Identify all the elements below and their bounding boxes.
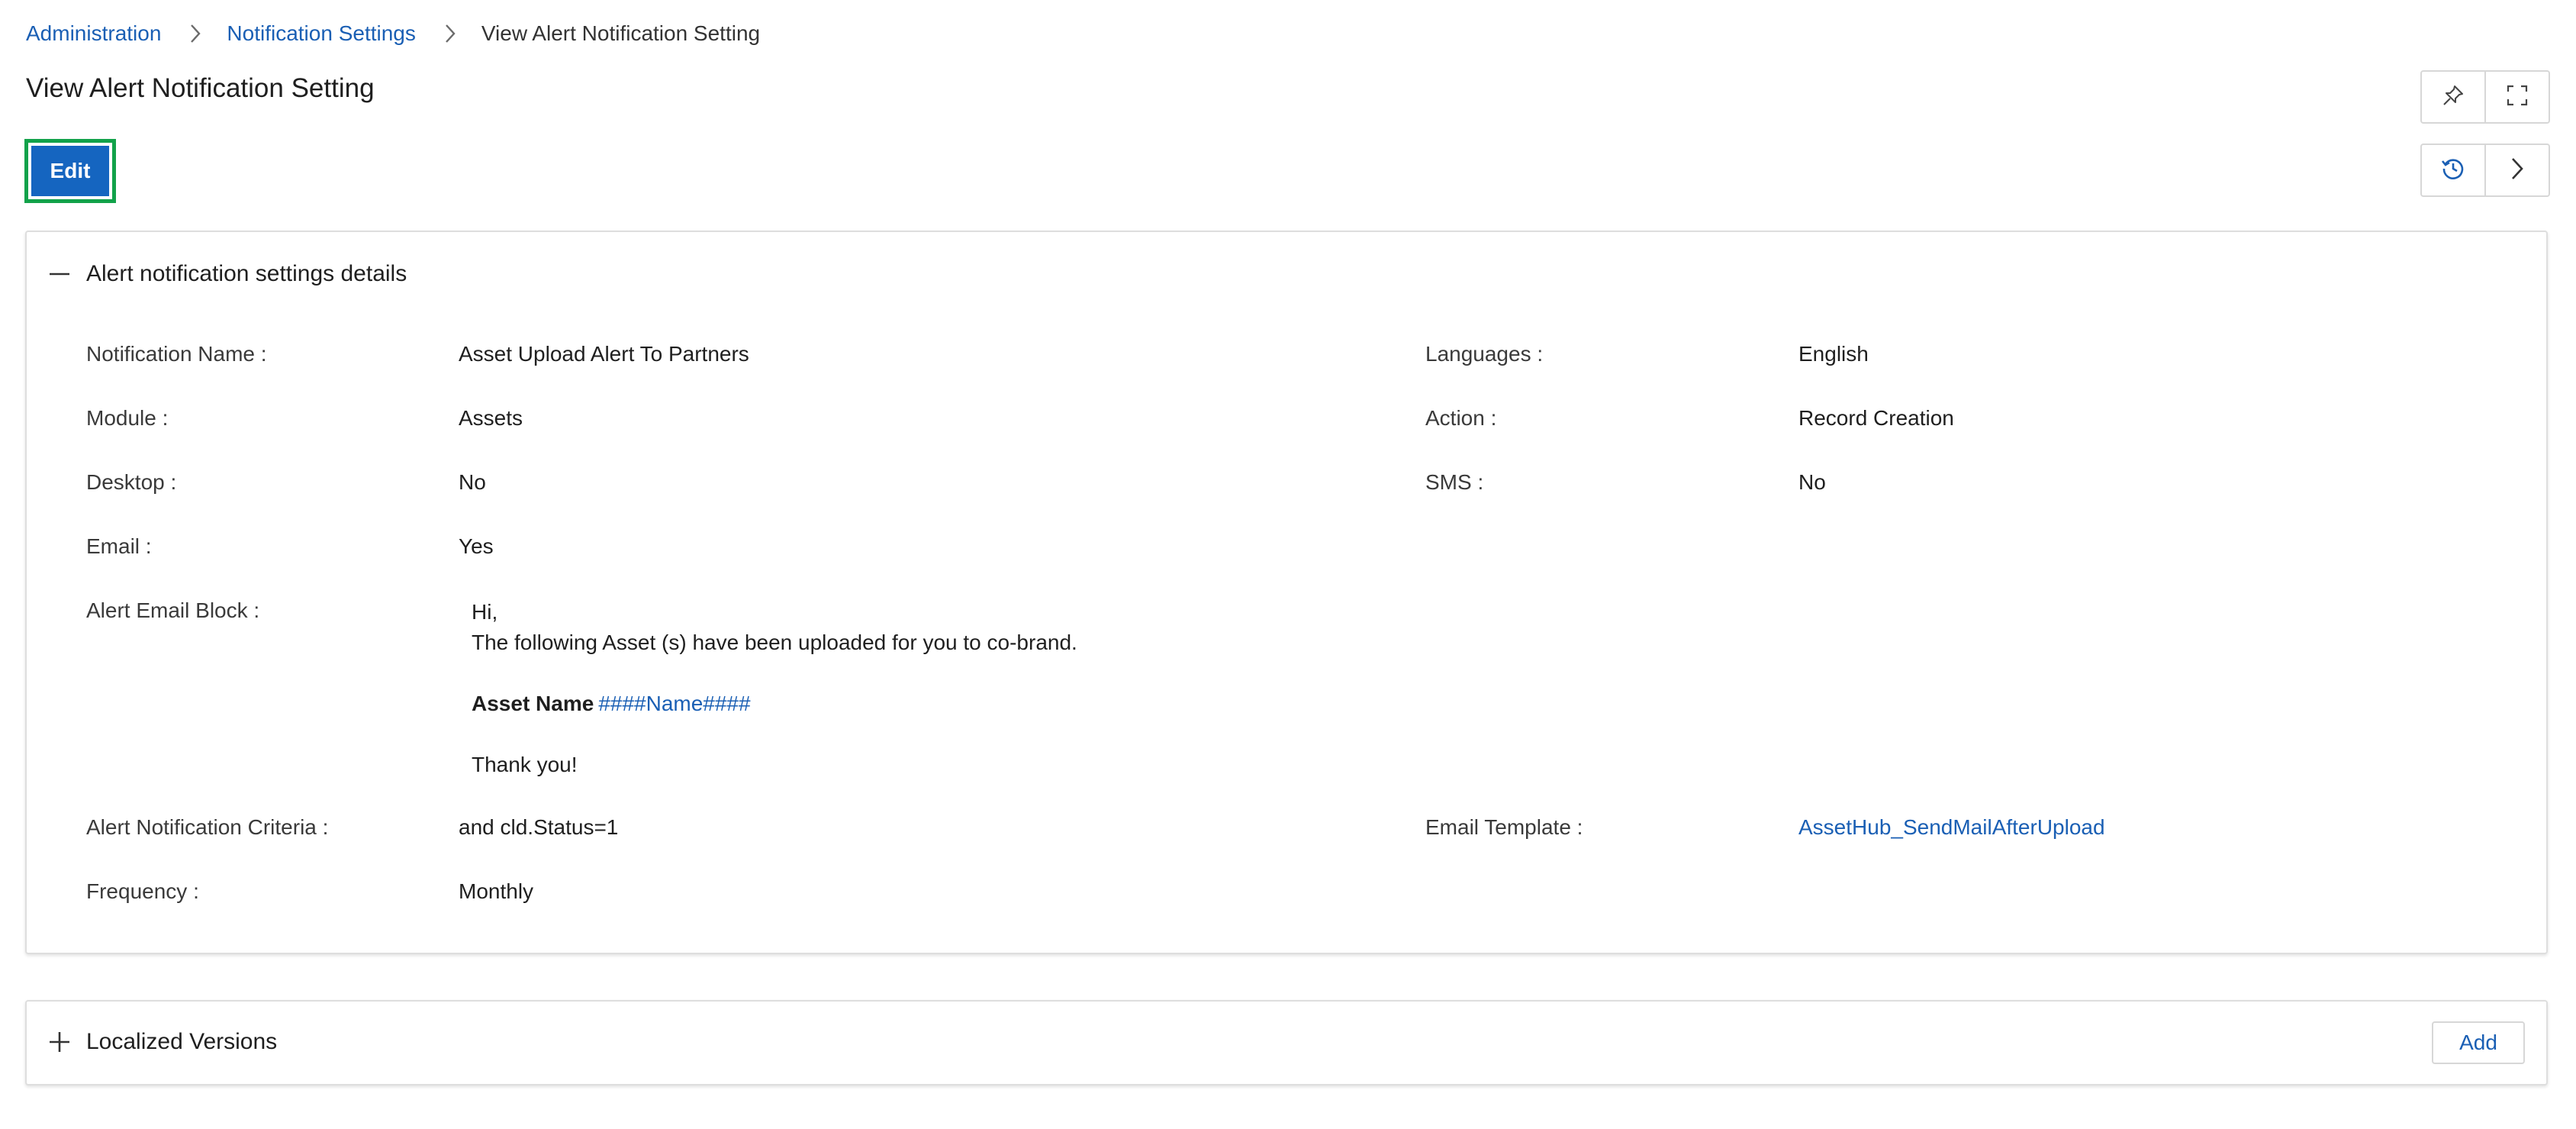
pin-icon — [2442, 84, 2465, 111]
module-label: Module : — [86, 406, 169, 430]
breadcrumb-administration[interactable]: Administration — [26, 21, 161, 46]
localized-versions-panel: Localized Versions Add — [25, 1000, 2548, 1085]
email-template-link[interactable]: AssetHub_SendMailAfterUpload — [1798, 815, 2105, 840]
frequency-value: Monthly — [459, 879, 534, 903]
add-localized-version-button[interactable]: Add — [2432, 1021, 2525, 1064]
alert-email-block-label: Alert Email Block : — [86, 598, 260, 622]
chevron-right-icon — [2510, 156, 2525, 185]
next-record-button[interactable] — [2484, 145, 2549, 195]
desktop-value: No — [459, 470, 486, 494]
frequency-label: Frequency : — [86, 879, 199, 903]
page-title: View Alert Notification Setting — [26, 73, 375, 103]
email-value: Yes — [459, 534, 494, 558]
email-asset-token: ####Name#### — [598, 692, 751, 715]
email-closing: Thank you! — [472, 753, 578, 776]
breadcrumb: Administration Notification Settings Vie… — [26, 18, 760, 49]
email-body: The following Asset (s) have been upload… — [472, 631, 1077, 654]
criteria-label: Alert Notification Criteria : — [86, 815, 329, 839]
breadcrumb-current: View Alert Notification Setting — [481, 21, 761, 45]
desktop-label: Desktop : — [86, 470, 177, 494]
expand-plus-icon — [48, 1031, 71, 1053]
languages-value: English — [1798, 342, 1869, 366]
chevron-right-icon — [443, 23, 457, 44]
fullscreen-button[interactable] — [2484, 72, 2549, 122]
edit-button-focus-ring: Edit — [24, 139, 116, 203]
breadcrumb-notification-settings[interactable]: Notification Settings — [227, 21, 415, 46]
sms-value: No — [1798, 470, 1826, 494]
view-options-group — [2420, 70, 2550, 124]
criteria-value: and cld.Status=1 — [459, 815, 619, 839]
sms-label: SMS : — [1425, 470, 1484, 494]
notification-name-value: Asset Upload Alert To Partners — [459, 342, 749, 366]
localized-versions-header[interactable]: Localized Versions — [48, 1029, 277, 1055]
action-label: Action : — [1425, 406, 1497, 430]
record-nav-group — [2420, 144, 2550, 197]
history-icon — [2440, 156, 2466, 185]
email-template-label: Email Template : — [1425, 815, 1583, 839]
details-panel-title: Alert notification settings details — [86, 261, 407, 286]
chevron-right-icon — [188, 23, 202, 44]
module-value: Assets — [459, 406, 523, 430]
history-button[interactable] — [2422, 145, 2484, 195]
pin-button[interactable] — [2422, 72, 2484, 122]
languages-label: Languages : — [1425, 342, 1544, 366]
action-value: Record Creation — [1798, 406, 1954, 430]
email-label: Email : — [86, 534, 152, 558]
details-panel-header[interactable]: Alert notification settings details — [48, 261, 407, 287]
email-asset-line: Asset Name ####Name#### — [472, 689, 1077, 719]
email-greeting: Hi, — [472, 600, 498, 624]
email-asset-label: Asset Name — [472, 692, 594, 715]
details-panel: Alert notification settings details Noti… — [25, 231, 2548, 954]
edit-button[interactable]: Edit — [31, 146, 109, 196]
collapse-minus-icon — [48, 263, 71, 285]
alert-email-block: Hi, The following Asset (s) have been up… — [472, 597, 1077, 780]
fullscreen-icon — [2506, 84, 2529, 111]
localized-versions-title: Localized Versions — [86, 1029, 278, 1054]
notification-name-label: Notification Name : — [86, 342, 267, 366]
